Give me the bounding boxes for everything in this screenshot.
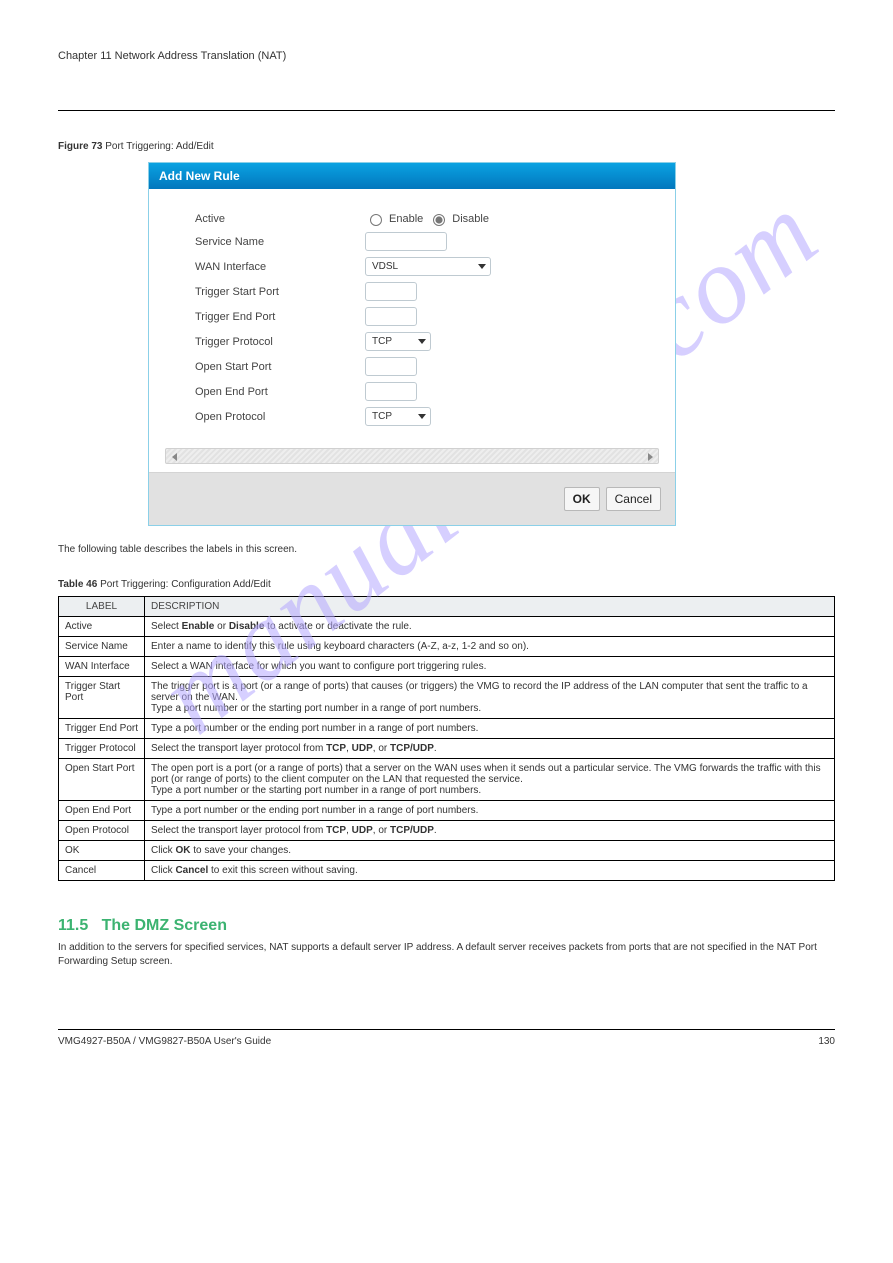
chapter-header: Chapter 11 Network Address Translation (…	[58, 50, 835, 62]
cell-desc: Select a WAN interface for which you wan…	[145, 657, 835, 677]
table-row: Open Start PortThe open port is a port (…	[59, 759, 835, 801]
figure-caption-prefix: Figure 73	[58, 141, 105, 152]
table-row: Open End PortType a port number or the e…	[59, 801, 835, 821]
table-caption-text: Port Triggering: Configuration Add/Edit	[100, 579, 271, 590]
cell-label: Active	[59, 617, 145, 637]
dialog-footer: OK Cancel	[149, 472, 675, 525]
cell-label: Trigger Start Port	[59, 677, 145, 719]
cell-label: Open Protocol	[59, 821, 145, 841]
dialog-title: Add New Rule	[149, 163, 675, 189]
cell-desc: Type a port number or the ending port nu…	[145, 719, 835, 739]
select-open-proto[interactable]: TCP	[365, 407, 431, 426]
radio-disable-label: Disable	[452, 213, 489, 225]
label-open-start: Open Start Port	[195, 361, 365, 373]
th-desc: DESCRIPTION	[145, 597, 835, 617]
select-wan-value: VDSL	[372, 261, 398, 272]
radio-enable[interactable]	[370, 214, 382, 226]
section-title-text: The DMZ Screen	[102, 917, 227, 934]
label-trigger-proto: Trigger Protocol	[195, 336, 365, 348]
chevron-down-icon	[418, 414, 426, 419]
cell-desc: Select the transport layer protocol from…	[145, 821, 835, 841]
th-label: LABEL	[59, 597, 145, 617]
figure-caption: Figure 73 Port Triggering: Add/Edit	[58, 141, 835, 152]
cell-desc: The open port is a port (or a range of p…	[145, 759, 835, 801]
select-wan-interface[interactable]: VDSL	[365, 257, 491, 276]
cell-desc: Enter a name to identify this rule using…	[145, 637, 835, 657]
cell-label: Trigger End Port	[59, 719, 145, 739]
chevron-down-icon	[418, 339, 426, 344]
table-row: Trigger End PortType a port number or th…	[59, 719, 835, 739]
table-row: OKClick OK to save your changes.	[59, 841, 835, 861]
description-table: LABEL DESCRIPTION ActiveSelect Enable or…	[58, 596, 835, 881]
table-row: CancelClick Cancel to exit this screen w…	[59, 861, 835, 881]
table-row: Open ProtocolSelect the transport layer …	[59, 821, 835, 841]
cell-label: Cancel	[59, 861, 145, 881]
section-body: In addition to the servers for specified…	[58, 941, 835, 969]
ok-button[interactable]: OK	[564, 487, 600, 511]
label-open-end: Open End Port	[195, 386, 365, 398]
cell-desc: Type a port number or the ending port nu…	[145, 801, 835, 821]
label-trigger-end: Trigger End Port	[195, 311, 365, 323]
cell-desc: Click OK to save your changes.	[145, 841, 835, 861]
scrollbar-wrap	[149, 440, 675, 472]
table-row: ActiveSelect Enable or Disable to activa…	[59, 617, 835, 637]
scroll-right-icon[interactable]	[644, 451, 656, 463]
input-trigger-end[interactable]	[365, 307, 417, 326]
cancel-button[interactable]: Cancel	[606, 487, 661, 511]
cell-label: Open End Port	[59, 801, 145, 821]
select-trigger-proto-value: TCP	[372, 336, 392, 347]
table-row: WAN InterfaceSelect a WAN interface for …	[59, 657, 835, 677]
footer-left: VMG4927-B50A / VMG9827-B50A User's Guide	[58, 1036, 271, 1047]
footer-rule	[58, 1029, 835, 1030]
header-rule	[58, 110, 835, 111]
cell-desc: Select Enable or Disable to activate or …	[145, 617, 835, 637]
section-heading: 11.5 The DMZ Screen	[58, 917, 835, 935]
table-caption-prefix: Table 46	[58, 579, 100, 590]
horizontal-scrollbar[interactable]	[165, 448, 659, 464]
label-open-proto: Open Protocol	[195, 411, 365, 423]
select-trigger-proto[interactable]: TCP	[365, 332, 431, 351]
cell-label: Open Start Port	[59, 759, 145, 801]
dialog-body: Active Enable Disable Service Name WAN I…	[149, 189, 675, 440]
figure-caption-text: Port Triggering: Add/Edit	[105, 141, 213, 152]
cell-label: Trigger Protocol	[59, 739, 145, 759]
table-row: Trigger ProtocolSelect the transport lay…	[59, 739, 835, 759]
select-open-proto-value: TCP	[372, 411, 392, 422]
scroll-left-icon[interactable]	[168, 451, 180, 463]
label-trigger-start: Trigger Start Port	[195, 286, 365, 298]
table-intro: The following table describes the labels…	[58, 544, 835, 555]
table-row: Service NameEnter a name to identify thi…	[59, 637, 835, 657]
radio-enable-label: Enable	[389, 213, 423, 225]
label-active: Active	[195, 213, 365, 225]
cell-label: OK	[59, 841, 145, 861]
input-service-name[interactable]	[365, 232, 447, 251]
add-rule-dialog: Add New Rule Active Enable Disable Servi…	[148, 162, 676, 526]
cell-desc: Click Cancel to exit this screen without…	[145, 861, 835, 881]
label-wan-interface: WAN Interface	[195, 261, 365, 273]
input-trigger-start[interactable]	[365, 282, 417, 301]
section-number: 11.5	[58, 917, 88, 934]
input-open-end[interactable]	[365, 382, 417, 401]
table-caption: Table 46 Port Triggering: Configuration …	[58, 579, 835, 590]
footer-page-number: 130	[818, 1036, 835, 1047]
cell-desc: The trigger port is a port (or a range o…	[145, 677, 835, 719]
radio-disable[interactable]	[433, 214, 445, 226]
chevron-down-icon	[478, 264, 486, 269]
input-open-start[interactable]	[365, 357, 417, 376]
page-footer: VMG4927-B50A / VMG9827-B50A User's Guide…	[58, 1036, 835, 1047]
cell-label: WAN Interface	[59, 657, 145, 677]
table-row: Trigger Start PortThe trigger port is a …	[59, 677, 835, 719]
label-service-name: Service Name	[195, 236, 365, 248]
cell-label: Service Name	[59, 637, 145, 657]
cell-desc: Select the transport layer protocol from…	[145, 739, 835, 759]
